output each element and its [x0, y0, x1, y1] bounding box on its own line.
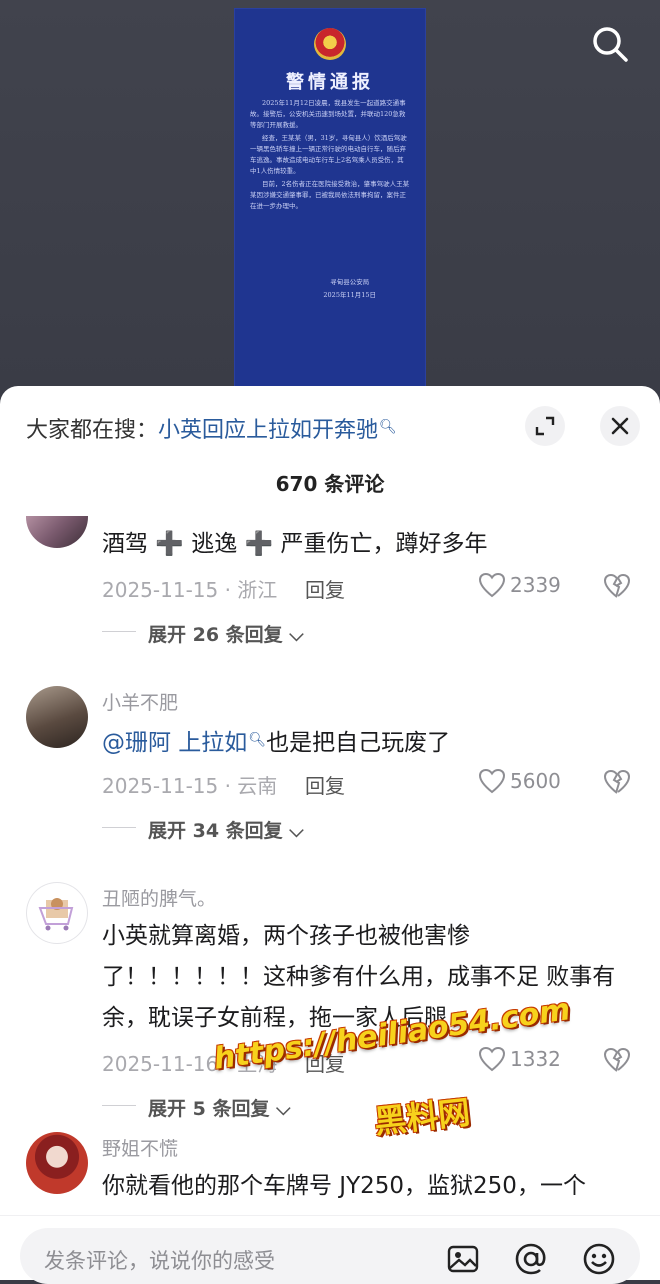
notice-signature-date: 2025年11月15日 — [323, 291, 376, 299]
comment-text-line: 小英就算离婚，两个孩子也被他害惨 — [102, 923, 470, 949]
avatar[interactable] — [26, 1132, 88, 1194]
comment-username[interactable]: 小羊不肥 — [102, 688, 178, 715]
avatar[interactable] — [26, 686, 88, 748]
expand-icon — [535, 416, 555, 436]
trending-prefix: 大家都在搜： — [26, 418, 159, 443]
dislike-button[interactable] — [602, 1046, 632, 1074]
expand-replies-button[interactable]: 展开 26 条回复 ⌵ — [148, 620, 304, 647]
chevron-down-icon: ⌵ — [276, 1098, 291, 1120]
expand-divider — [102, 827, 136, 828]
mention-button[interactable] — [514, 1242, 548, 1276]
police-emblem-icon — [314, 28, 346, 60]
comment-input[interactable] — [42, 1244, 426, 1278]
sheet-header: 大家都在搜：小英回应上拉如开奔驰🔍︎ 670 条评论 — [0, 386, 660, 516]
expand-replies-button[interactable]: 展开 34 条回复 ⌵ — [148, 816, 304, 843]
broken-heart-icon — [603, 573, 631, 598]
notice-body: 2025年11月12日凌晨，我县发生一起道路交通事故。接警后，公安机关迅速到场处… — [250, 98, 410, 214]
comment-text-line: 余，耽误子女前程，拖一家人后腿 — [102, 1005, 447, 1031]
reply-button[interactable]: 回复 — [305, 574, 345, 603]
broken-heart-icon — [603, 769, 631, 794]
comment-text-body: 也是把自己玩废了 — [266, 730, 451, 756]
search-button[interactable] — [590, 24, 630, 64]
like-count: 5600 — [510, 769, 561, 793]
expand-replies-label: 展开 34 条回复 — [148, 820, 283, 842]
dislike-button[interactable] — [602, 572, 632, 600]
comment-text: 酒驾 ➕ 逃逸 ➕ 严重伤亡，蹲好多年 — [102, 531, 488, 557]
comment-count: 670 条评论 — [275, 472, 385, 496]
comment-date-location: 2025-11-15 · 浙江 — [102, 578, 278, 602]
expand-replies-label: 展开 5 条回复 — [148, 1098, 270, 1120]
comment-text: 你就看他的那个车牌号 JY250，监狱250，一个 — [102, 1173, 586, 1199]
like-button[interactable]: 5600 — [478, 768, 561, 794]
comment-date-location: 2025-11-16 · 上海 — [102, 1052, 278, 1076]
expand-replies-label: 展开 26 条回复 — [148, 624, 283, 646]
close-icon — [611, 417, 629, 435]
trending-search[interactable]: 大家都在搜：小英回应上拉如开奔驰🔍︎ — [26, 412, 397, 444]
like-button[interactable]: 2339 — [478, 572, 561, 598]
expand-divider — [102, 1105, 136, 1106]
comment-username[interactable]: 丑陋的脾气。 — [102, 884, 216, 911]
heart-icon — [478, 572, 506, 598]
chevron-down-icon: ⌵ — [289, 624, 304, 646]
dislike-button[interactable] — [602, 768, 632, 796]
police-notice-image: 警情通报 2025年11月12日凌晨，我县发生一起道路交通事故。接警后，公安机关… — [234, 8, 426, 388]
notice-title: 警情通报 — [286, 72, 374, 93]
chevron-down-icon: ⌵ — [289, 820, 304, 842]
at-sign-icon — [515, 1243, 546, 1275]
mention-link[interactable]: @珊阿 上拉如 — [102, 730, 247, 756]
like-button[interactable]: 1332 — [478, 1046, 561, 1072]
comment-sheet: 大家都在搜：小英回应上拉如开奔驰🔍︎ 670 条评论 酒驾 ➕ 逃逸 ➕ 严重伤… — [0, 386, 660, 1280]
heart-icon — [478, 768, 506, 794]
comment-text: @珊阿 上拉如🔍︎也是把自己玩废了 — [102, 720, 632, 764]
notice-paragraph: 经查，王某某（男，31岁，寻甸县人）饮酒后驾驶一辆黑色轿车撞上一辆正常行驶的电动… — [250, 134, 407, 175]
notice-paragraph: 2025年11月12日凌晨，我县发生一起道路交通事故。接警后，公安机关迅速到场处… — [250, 99, 406, 129]
expand-divider — [102, 631, 136, 632]
reply-button[interactable]: 回复 — [305, 770, 345, 799]
trending-link[interactable]: 小英回应上拉如开奔驰 — [158, 418, 378, 443]
image-icon — [447, 1245, 479, 1273]
search-icon — [593, 27, 628, 62]
comment-text: 小英就算离婚，两个孩子也被他害惨 了！！！！！！这种爹有什么用，成事不足 败事有… — [102, 916, 632, 1039]
reply-button[interactable]: 回复 — [305, 1048, 345, 1077]
search-icon: 🔍︎ — [248, 732, 267, 748]
broken-heart-icon — [603, 1047, 631, 1072]
heart-icon — [478, 1046, 506, 1072]
emoji-button[interactable] — [582, 1242, 616, 1276]
comment-username[interactable]: 野姐不慌 — [102, 1134, 178, 1161]
avatar[interactable] — [26, 516, 88, 548]
notice-signature-org: 寻甸县公安局 — [330, 278, 370, 286]
image-button[interactable] — [446, 1242, 480, 1276]
emoji-icon — [583, 1243, 615, 1275]
search-icon: 🔍︎ — [379, 419, 397, 435]
expand-sheet-button[interactable] — [525, 406, 565, 446]
notice-paragraph: 目前，2名伤者正在医院接受救治，肇事驾驶人王某某因涉嫌交通肇事罪，已被我局依法刑… — [250, 180, 410, 210]
comment-list[interactable]: 酒驾 ➕ 逃逸 ➕ 严重伤亡，蹲好多年 2025-11-15 · 浙江 回复 2… — [0, 516, 660, 1216]
like-count: 2339 — [510, 573, 561, 597]
avatar[interactable] — [26, 882, 88, 944]
comment-date-location: 2025-11-15 · 云南 — [102, 774, 278, 798]
like-count: 1332 — [510, 1047, 561, 1071]
comment-input-bar — [0, 1216, 660, 1284]
comment-text-line: 了！！！！！！这种爹有什么用，成事不足 败事有 — [102, 964, 616, 990]
shopping-cart-icon — [38, 898, 74, 931]
close-button[interactable] — [600, 406, 640, 446]
expand-replies-button[interactable]: 展开 5 条回复 ⌵ — [148, 1094, 290, 1121]
notice-signature: 寻甸县公安局 2025年11月15日 — [323, 276, 376, 302]
